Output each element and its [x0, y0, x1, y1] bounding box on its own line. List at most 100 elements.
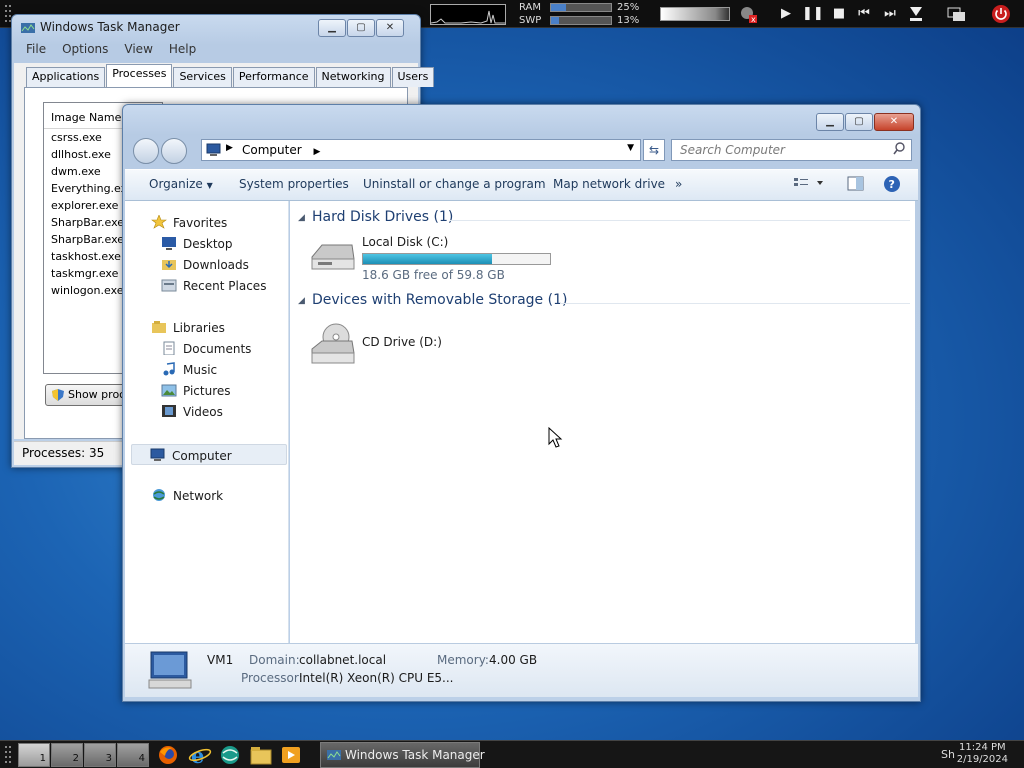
memory-value: 4.00 GB [489, 653, 538, 667]
power-icon[interactable] [991, 4, 1011, 24]
cd-drive-icon[interactable] [308, 323, 356, 372]
tab-applications[interactable]: Applications [26, 67, 106, 87]
breadcrumb-computer[interactable]: Computer [242, 143, 302, 157]
videos-icon [161, 404, 177, 418]
drive-d-name[interactable]: CD Drive (D:) [362, 335, 442, 349]
collapse-icon[interactable]: ◢ [298, 213, 305, 223]
close-button[interactable]: ✕ [376, 19, 404, 37]
network-app-icon[interactable] [218, 744, 242, 766]
group-header-hard-disk-drives[interactable]: Hard Disk Drives (1) [312, 209, 453, 225]
view-options-button[interactable] [793, 176, 827, 193]
address-bar[interactable]: ▶ Computer ▶ ▼ [201, 139, 641, 161]
eject-icon[interactable] [906, 4, 926, 24]
hard-drive-icon[interactable] [308, 241, 356, 278]
navigation-pane: Favorites Desktop Downloads Recent Place… [125, 201, 289, 643]
breadcrumb-arrow-icon[interactable]: ▶ [313, 147, 320, 157]
address-dropdown-icon[interactable]: ▼ [627, 143, 634, 153]
cpu-graph [430, 4, 506, 25]
file-explorer-icon[interactable] [249, 744, 273, 766]
nav-label: Pictures [183, 384, 231, 398]
computer-large-icon [147, 650, 193, 695]
nav-favorites[interactable]: Favorites [151, 214, 227, 230]
menu-file[interactable]: File [26, 42, 46, 60]
collapse-icon[interactable]: ◢ [298, 296, 305, 306]
workspace-1[interactable]: 1 [18, 743, 50, 767]
task-manager-icon [20, 21, 36, 40]
maximize-button[interactable]: ▢ [845, 113, 873, 131]
tab-processes[interactable]: Processes [106, 64, 173, 87]
nav-computer[interactable]: Computer [131, 444, 287, 465]
minimize-button[interactable]: ▁ [318, 19, 346, 37]
previous-icon[interactable]: ⏮ [854, 5, 874, 23]
mute-icon[interactable]: x [738, 4, 758, 24]
refresh-button[interactable]: ⇆ [643, 139, 665, 161]
workspace-2[interactable]: 2 [51, 743, 83, 767]
firefox-icon[interactable] [156, 744, 180, 766]
nav-network[interactable]: Network [151, 488, 223, 503]
tab-performance[interactable]: Performance [232, 67, 315, 87]
tab-networking[interactable]: Networking [315, 67, 391, 87]
breadcrumb-arrow-icon[interactable]: ▶ [226, 143, 233, 153]
domain-value: collabnet.local [299, 653, 387, 667]
internet-explorer-icon[interactable]: e [188, 743, 212, 768]
swp-meter [550, 16, 612, 25]
tab-services[interactable]: Services [173, 67, 232, 87]
preview-pane-icon[interactable] [847, 176, 865, 195]
svg-text:?: ? [889, 178, 895, 191]
tab-users[interactable]: Users [391, 67, 435, 87]
nav-documents[interactable]: Documents [161, 341, 251, 356]
search-icon[interactable] [893, 142, 905, 159]
swp-meter-fill [551, 17, 559, 24]
workspace-4[interactable]: 4 [117, 743, 149, 767]
domain-label: Domain: [249, 653, 300, 667]
ram-meter-fill [551, 4, 566, 11]
workspace-3[interactable]: 3 [84, 743, 116, 767]
desktop-icon [161, 236, 177, 250]
system-properties-button[interactable]: System properties [239, 177, 349, 191]
tray-text[interactable]: Sh [941, 748, 955, 761]
nav-recent-places[interactable]: Recent Places [161, 278, 266, 293]
group-header-removable-storage[interactable]: Devices with Removable Storage (1) [312, 292, 567, 308]
maximize-button[interactable]: ▢ [347, 19, 375, 37]
clock[interactable]: 11:24 PM 2/19/2024 [957, 742, 1008, 766]
back-button[interactable] [133, 138, 159, 164]
explorer-window[interactable]: ▁ ▢ ✕ ▶ Computer ▶ ▼ ⇆ Search Computer O… [122, 104, 921, 702]
nav-desktop[interactable]: Desktop [161, 236, 233, 251]
menu-view[interactable]: View [124, 42, 152, 60]
organize-button[interactable]: Organize ▼ [149, 177, 213, 191]
next-icon[interactable]: ⏭ [880, 5, 900, 23]
stop-icon[interactable]: ■ [829, 5, 849, 23]
svg-text:x: x [751, 15, 756, 24]
libraries-icon [151, 320, 167, 334]
ram-label: RAM [519, 2, 542, 13]
menu-bar: File Options View Help [14, 42, 418, 60]
nav-label: Videos [183, 405, 223, 419]
swp-label: SWP [519, 15, 542, 26]
taskbar: 1 2 3 4 e Windows Task Manager Sh 11:24 … [0, 740, 1024, 768]
close-button[interactable]: ✕ [874, 113, 914, 131]
menu-options[interactable]: Options [62, 42, 108, 60]
processor-value: Intel(R) Xeon(R) CPU E5... [299, 671, 454, 685]
minimize-button[interactable]: ▁ [816, 113, 844, 131]
nav-downloads[interactable]: Downloads [161, 257, 249, 272]
media-player-icon[interactable] [279, 744, 303, 766]
forward-button[interactable] [161, 138, 187, 164]
window-title: Windows Task Manager [40, 20, 180, 34]
nav-music[interactable]: Music [161, 362, 217, 377]
map-network-drive-button[interactable]: Map network drive [553, 177, 665, 191]
nav-pictures[interactable]: Pictures [161, 383, 231, 398]
uninstall-program-button[interactable]: Uninstall or change a program [363, 177, 546, 191]
nav-libraries[interactable]: Libraries [151, 320, 225, 335]
play-icon[interactable]: ▶ [776, 5, 796, 23]
nav-videos[interactable]: Videos [161, 404, 223, 419]
drive-c-name[interactable]: Local Disk (C:) [362, 235, 448, 249]
menu-help[interactable]: Help [169, 42, 196, 60]
pause-icon[interactable]: ❚❚ [802, 5, 824, 23]
search-input[interactable]: Search Computer [671, 139, 912, 161]
windows-switch-icon[interactable] [946, 4, 966, 24]
taskbar-task-manager[interactable]: Windows Task Manager [320, 742, 485, 768]
volume-slider[interactable] [660, 7, 730, 21]
more-commands-button[interactable]: » [675, 177, 682, 191]
network-icon [151, 488, 167, 502]
help-icon[interactable]: ? [883, 175, 901, 196]
